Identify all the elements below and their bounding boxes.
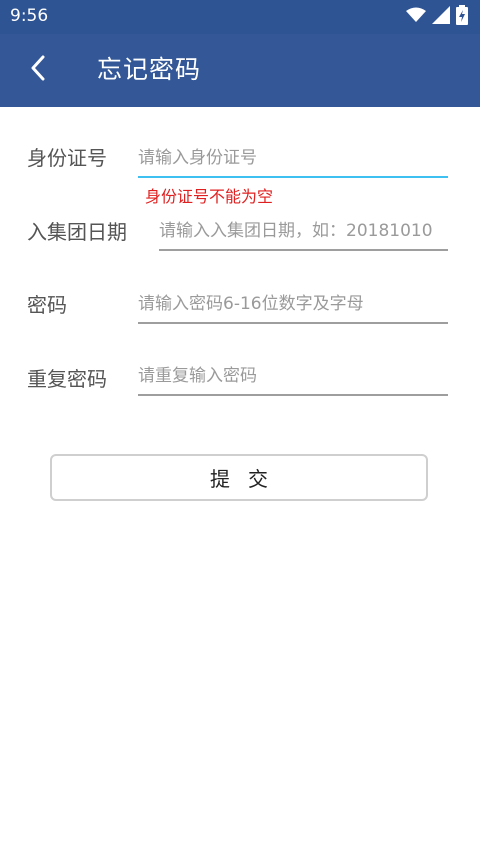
join-date-label: 入集团日期: [27, 220, 127, 244]
join-date-field-wrapper: [159, 213, 448, 251]
status-bar: 9:56: [0, 0, 480, 34]
confirm-password-field-wrapper: [138, 358, 448, 396]
back-button[interactable]: [18, 50, 58, 90]
chevron-left-icon: [30, 55, 46, 85]
wifi-icon: [406, 7, 426, 27]
page-title: 忘记密码: [97, 55, 202, 84]
app-bar: 忘记密码: [0, 34, 480, 107]
id-number-input[interactable]: [138, 140, 448, 176]
status-icons: [406, 5, 468, 29]
battery-charging-icon: [456, 5, 468, 29]
id-number-label: 身份证号: [27, 146, 107, 170]
id-number-error: 身份证号不能为空: [145, 187, 274, 206]
status-time: 9:56: [10, 6, 49, 26]
submit-button[interactable]: 提交: [50, 454, 428, 501]
password-input[interactable]: [138, 286, 448, 322]
confirm-password-input[interactable]: [138, 358, 448, 394]
password-label: 密码: [27, 293, 67, 317]
password-field-wrapper: [138, 286, 448, 324]
confirm-password-label: 重复密码: [27, 367, 107, 391]
id-number-field-wrapper: [138, 140, 448, 178]
join-date-input[interactable]: [159, 213, 448, 249]
signal-icon: [432, 6, 450, 28]
